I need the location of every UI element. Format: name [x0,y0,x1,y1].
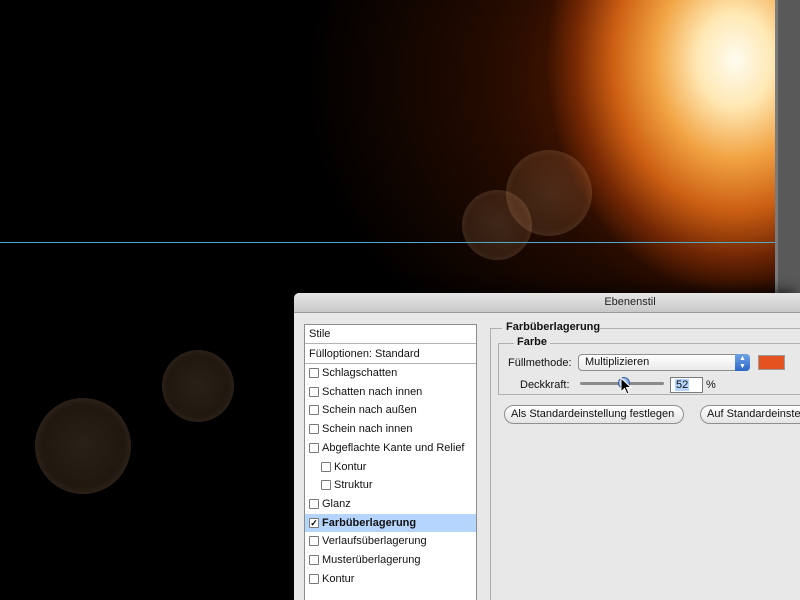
opacity-input[interactable]: 52 [670,377,703,393]
style-item[interactable]: Abgeflachte Kante und Relief [305,439,476,457]
style-item[interactable]: Kontur [305,458,476,476]
opacity-value: 52 [675,379,690,391]
style-item-label: Struktur [334,479,373,492]
style-checkbox[interactable] [309,386,319,397]
style-item-label: Schein nach außen [322,404,417,417]
style-checkbox[interactable] [309,555,319,565]
blending-options-item[interactable]: Fülloptionen: Standard [305,344,476,364]
style-item[interactable]: Kontur [305,570,476,588]
style-checkbox[interactable] [309,536,319,547]
styles-header[interactable]: Stile [305,325,476,344]
style-item-label: Schlagschatten [322,367,398,379]
style-item-label: Schein nach innen [322,423,413,436]
style-checkbox[interactable]: ✓ [309,517,319,528]
dialog-title: Ebenenstil [604,296,656,308]
style-item[interactable]: Schein nach innen [305,420,476,438]
style-checkbox[interactable] [321,480,331,491]
style-item-label: Schatten nach innen [322,385,423,398]
style-checkbox[interactable] [321,461,331,472]
blend-mode-select[interactable]: Multiplizieren ▲ ▼ [578,354,750,371]
blend-mode-value: Multiplizieren [585,356,650,368]
style-item-label: Kontur [322,572,355,585]
blend-mode-label: Füllmethode: [508,357,572,369]
style-item[interactable]: ✓ Farbüberlagerung [305,513,476,532]
style-checkbox[interactable] [309,498,319,509]
style-item-label: Farbüberlagerung [322,516,417,529]
color-group-label: Farbe [514,336,550,348]
set-as-default-button[interactable]: Als Standardeinstellung festlegen [504,405,684,424]
style-item[interactable]: Schein nach außen [305,401,476,419]
opacity-label: Deckkraft: [520,379,570,391]
style-item[interactable]: Schatten nach innen [305,383,476,401]
reset-to-default-button[interactable]: Auf Standardeinstellung zurücksetzen [700,405,800,424]
style-item-label: Kontur [334,460,367,473]
layer-style-dialog: Ebenenstil Stile Fülloptionen: Standard … [294,293,800,600]
checkmark-icon: ✓ [310,517,318,528]
color-overlay-group-title: Farbüberlagerung [506,321,601,333]
style-item[interactable]: Schlagschatten [305,364,476,382]
dialog-titlebar[interactable]: Ebenenstil [294,293,800,313]
style-item-label: Verlaufsüberlagerung [322,535,427,548]
styles-list: Stile Fülloptionen: Standard Schlagschat… [304,324,477,600]
style-item-label: Musterüberlagerung [322,554,421,566]
mouse-pointer-icon [620,377,632,395]
style-item-label: Abgeflachte Kante und Relief [322,441,465,454]
style-checkbox[interactable] [309,424,319,435]
lens-flare-3 [162,350,234,422]
style-checkbox[interactable] [309,405,319,416]
up-down-arrows-icon: ▲ ▼ [735,354,750,371]
style-item[interactable]: Musterüberlagerung [305,551,476,569]
lens-flare-2 [462,190,532,260]
style-checkbox[interactable] [309,368,319,378]
style-checkbox[interactable] [309,442,319,453]
style-item[interactable]: Verlaufsüberlagerung [305,532,476,550]
style-item[interactable]: Glanz [305,495,476,513]
style-checkbox[interactable] [309,573,319,584]
style-item-label: Glanz [322,497,351,510]
opacity-unit: % [706,379,716,391]
style-item[interactable]: Struktur [305,476,476,494]
overlay-color-swatch[interactable] [758,355,785,370]
lens-flare-4 [35,398,131,494]
horizontal-guide[interactable] [0,242,775,243]
